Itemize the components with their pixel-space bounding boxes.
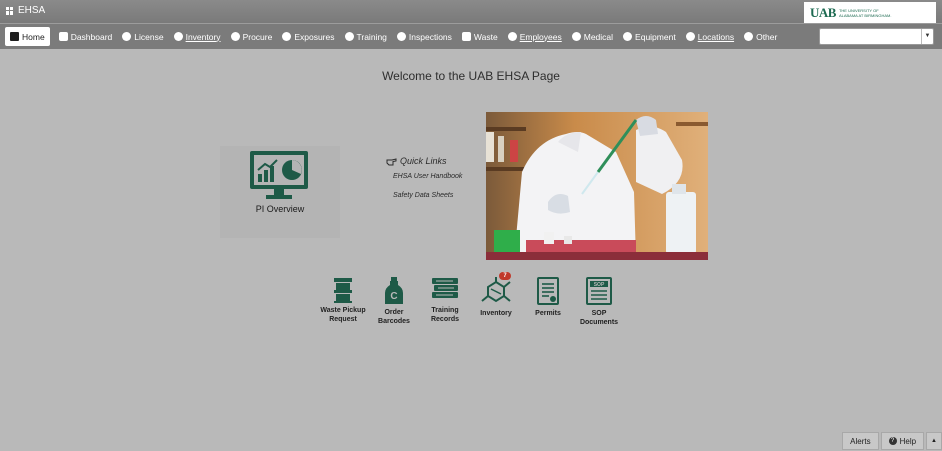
nav-license[interactable]: License — [117, 27, 168, 46]
nav-inventory[interactable]: Inventory — [169, 27, 226, 46]
bottle-icon: C — [385, 277, 403, 304]
waste-pickup-request-tile[interactable]: Waste Pickup Request — [317, 277, 369, 324]
document-icon — [537, 277, 559, 305]
permits-tile[interactable]: Permits — [522, 277, 574, 318]
svg-text:C: C — [390, 291, 397, 302]
asterisk-icon — [744, 32, 754, 41]
arrow-down-icon — [230, 32, 240, 41]
tile-label: Order Barcodes — [378, 309, 410, 325]
nav-training[interactable]: Training — [340, 27, 392, 46]
nav-medical[interactable]: Medical — [567, 27, 618, 46]
uab-logo[interactable]: UAB THE UNIVERSITY OF ALABAMA AT BIRMING… — [804, 2, 936, 23]
safety-data-sheets-link[interactable]: Safety Data Sheets — [393, 192, 453, 199]
nav-procure[interactable]: Procure — [226, 27, 278, 46]
tile-label: Waste Pickup Request — [320, 307, 366, 323]
ehsa-user-handbook-link[interactable]: EHSA User Handbook — [393, 173, 462, 180]
plus-icon — [571, 32, 581, 41]
dashboard-icon — [58, 32, 68, 41]
page-title: Welcome to the UAB EHSA Page — [382, 69, 560, 83]
nav-inspections[interactable]: Inspections — [392, 27, 457, 46]
nav-equipment[interactable]: Equipment — [618, 27, 681, 46]
sop-documents-tile[interactable]: SOP SOP Documents — [573, 277, 625, 327]
user-icon — [344, 32, 354, 41]
sop-document-icon: SOP — [586, 277, 612, 305]
sop-icon-text: SOP — [594, 282, 605, 288]
tile-label: Training Records — [430, 307, 459, 323]
tile-label: Inventory — [480, 310, 512, 317]
barrel-icon — [334, 278, 352, 303]
uab-logo-text: THE UNIVERSITY OF ALABAMA AT BIRMINGHAM. — [838, 7, 892, 18]
app-title[interactable]: EHSA — [6, 5, 45, 16]
help-button[interactable]: ? Help — [880, 432, 925, 450]
tile-label: Permits — [535, 310, 561, 317]
inventory-icon — [173, 32, 183, 41]
quick-links-title: Quick Links — [386, 156, 447, 166]
inventory-tile[interactable]: 7 Inventory — [470, 272, 522, 318]
group-icon — [507, 32, 517, 41]
books-icon — [432, 278, 458, 298]
top-bar: EHSA UAB THE UNIVERSITY OF ALABAMA AT BI… — [0, 0, 942, 24]
nav-exposures[interactable]: Exposures — [277, 27, 339, 46]
pi-overview-label: PI Overview — [255, 204, 305, 214]
monitor-chart-icon — [250, 151, 308, 199]
pi-overview-card[interactable]: PI Overview — [220, 146, 340, 238]
trash-icon — [461, 32, 471, 41]
inventory-count-badge: 7 — [499, 272, 511, 280]
nav-employees[interactable]: Employees — [503, 27, 567, 46]
wrench-icon — [122, 32, 132, 41]
tile-label: SOP Documents — [579, 310, 619, 326]
chevron-down-icon[interactable]: ▼ — [921, 29, 933, 44]
exposure-icon — [282, 32, 292, 41]
nav-locations[interactable]: Locations — [681, 27, 739, 46]
molecule-icon — [481, 277, 511, 303]
order-barcodes-tile[interactable]: C Order Barcodes — [368, 277, 420, 326]
footer-bar: Alerts ? Help ▲ — [840, 431, 942, 451]
collapse-button[interactable]: ▲ — [926, 432, 942, 450]
home-icon — [10, 32, 19, 41]
nav-home[interactable]: Home — [5, 27, 50, 46]
nav-other[interactable]: Other — [739, 27, 782, 46]
gear-icon — [623, 32, 633, 41]
help-icon: ? — [888, 437, 897, 445]
map-pin-icon — [685, 32, 695, 41]
magnifier-icon — [396, 32, 406, 41]
uab-logo-mark: UAB — [810, 4, 836, 20]
lab-scientist-photo — [486, 112, 708, 260]
nav-waste[interactable]: Waste — [457, 27, 503, 46]
app-title-text: EHSA — [18, 5, 46, 16]
alerts-button[interactable]: Alerts — [842, 432, 879, 450]
pointing-hand-icon — [386, 157, 397, 165]
training-records-tile[interactable]: Training Records — [419, 277, 471, 324]
search-select[interactable]: ▼ — [819, 28, 934, 45]
nav-dashboard[interactable]: Dashboard — [54, 27, 118, 46]
main-nav: Home Dashboard License Inventory Procure… — [0, 24, 942, 49]
grid-icon — [6, 6, 14, 15]
